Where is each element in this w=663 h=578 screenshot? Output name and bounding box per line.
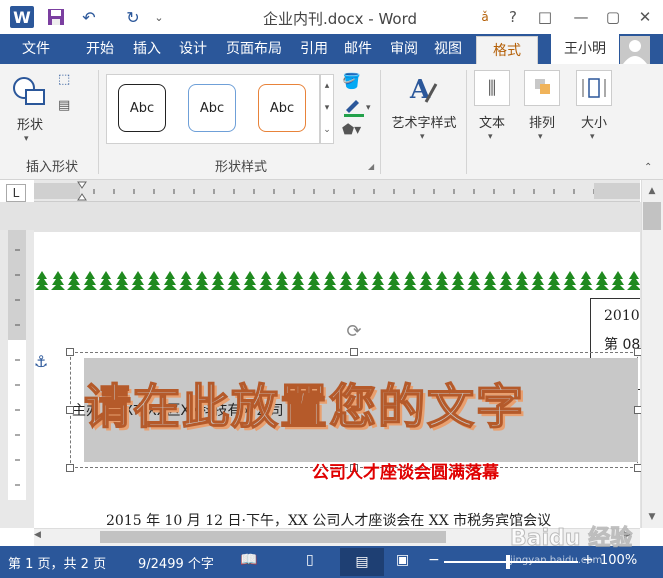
tab-page-layout[interactable]: 页面布局 xyxy=(220,34,288,64)
chevron-down-icon[interactable]: ▾ xyxy=(538,132,543,142)
shape-outline-icon[interactable]: ▾ xyxy=(342,96,374,118)
text-direction-icon[interactable]: ⫼ xyxy=(474,70,510,106)
shapes-button-label[interactable]: 形状 xyxy=(10,114,50,133)
avatar[interactable] xyxy=(620,36,650,64)
wordart-styles-label[interactable]: 艺术字样式 xyxy=(384,112,464,131)
chevron-down-icon[interactable]: ▾ xyxy=(420,132,425,142)
qat-customize-icon[interactable]: ⌄ xyxy=(150,6,168,28)
group-divider xyxy=(466,70,467,174)
window-title: 企业内刊.docx - Word xyxy=(262,10,418,28)
shape-effects-icon[interactable]: ⬟▾ xyxy=(342,122,374,144)
shapes-icon[interactable] xyxy=(10,72,50,112)
text-button-label[interactable]: 文本 xyxy=(470,112,514,131)
tab-insert[interactable]: 插入 xyxy=(127,34,167,64)
vertical-scrollbar[interactable] xyxy=(641,180,663,528)
save-icon[interactable] xyxy=(44,6,68,28)
scroll-left-icon[interactable]: ◀ xyxy=(34,530,48,544)
tab-review[interactable]: 审阅 xyxy=(384,34,424,64)
tab-format[interactable]: 格式 xyxy=(476,36,538,64)
tab-selector[interactable]: L xyxy=(6,184,26,202)
shape-styles-group-label: 形状样式 xyxy=(214,160,267,175)
arrange-button-label[interactable]: 排列 xyxy=(520,112,564,131)
tab-home[interactable]: 开始 xyxy=(80,34,120,64)
page-count[interactable]: 第 1 页，共 2 页 xyxy=(8,553,106,572)
print-layout-icon[interactable]: ▤ xyxy=(340,548,384,576)
dialog-launcher-icon[interactable]: ◢ xyxy=(368,162,374,171)
watermark-text: Baidu 经验 xyxy=(509,526,633,552)
user-name[interactable]: 王小明 xyxy=(551,34,619,64)
word-logo-icon: W xyxy=(10,6,34,28)
word-count[interactable]: 9/2499 个字 xyxy=(138,553,214,572)
svg-text:▾: ▾ xyxy=(366,103,371,113)
zoom-level[interactable]: 100% xyxy=(600,553,637,568)
minimize-button[interactable]: — xyxy=(566,4,596,30)
undo-icon[interactable]: ↶ xyxy=(76,6,102,28)
insert-shapes-group-label: 插入形状 xyxy=(25,160,78,175)
size-button-label[interactable]: 大小 xyxy=(572,112,616,131)
anchor-icon: ⚓ xyxy=(34,352,49,371)
scroll-up-icon[interactable]: ▲ xyxy=(643,186,661,200)
shape-fill-icon[interactable]: 🪣 xyxy=(342,72,374,92)
vertical-ruler[interactable] xyxy=(0,230,34,528)
redo-icon[interactable]: ↻ xyxy=(120,6,146,28)
subtitle-text[interactable]: 公司人才座谈会圆满落幕 xyxy=(312,458,499,483)
tab-design[interactable]: 设计 xyxy=(173,34,213,64)
maximize-button[interactable]: ▢ xyxy=(598,4,628,30)
ribbon-display-button[interactable]: □ xyxy=(530,4,560,30)
collapse-ribbon-icon[interactable]: ⌃ xyxy=(644,162,652,173)
shape-style-1[interactable]: Abc xyxy=(118,84,166,132)
resize-handle[interactable] xyxy=(350,348,358,356)
arrange-icon[interactable] xyxy=(524,70,560,106)
rotate-handle-icon[interactable]: ⟳ xyxy=(344,322,364,342)
tree-border-decoration xyxy=(34,270,640,292)
close-button[interactable]: ✕ xyxy=(630,4,660,30)
group-divider xyxy=(380,70,381,174)
proofing-icon[interactable]: 📖 xyxy=(240,552,257,568)
wordart-icon[interactable]: A xyxy=(404,72,440,108)
shape-style-2[interactable]: Abc xyxy=(188,84,236,132)
chevron-down-icon[interactable]: ▾ xyxy=(590,132,595,142)
edit-shape-icon[interactable]: ⬚ xyxy=(58,72,80,90)
tab-file[interactable]: 文件 xyxy=(0,34,72,64)
group-divider xyxy=(98,70,99,174)
text-box-icon[interactable]: ▤ xyxy=(58,98,80,116)
scroll-thumb[interactable] xyxy=(643,202,661,230)
zoom-out-icon[interactable]: − xyxy=(428,552,440,568)
tab-view[interactable]: 视图 xyxy=(428,34,468,64)
help-button[interactable]: ? xyxy=(498,4,528,30)
scroll-down-icon[interactable]: ▼ xyxy=(643,512,661,526)
tab-mailings[interactable]: 邮件 xyxy=(338,34,378,64)
size-icon[interactable] xyxy=(576,70,612,106)
format-indicator-icon: ǎ xyxy=(481,10,489,24)
tab-references[interactable]: 引用 xyxy=(294,34,334,64)
web-layout-icon[interactable]: ▣ xyxy=(396,552,409,568)
gallery-scroll[interactable]: ▴ ▾ ⌄ xyxy=(320,74,334,144)
h-scroll-thumb[interactable] xyxy=(100,531,446,543)
chevron-down-icon[interactable]: ▾ xyxy=(488,132,493,142)
resize-handle[interactable] xyxy=(66,348,74,356)
resize-handle[interactable] xyxy=(66,406,74,414)
chevron-down-icon[interactable]: ▾ xyxy=(24,134,29,144)
resize-handle[interactable] xyxy=(66,464,74,472)
watermark-url: jingyan.baidu.com xyxy=(510,555,603,566)
read-mode-icon[interactable]: ▯ xyxy=(306,552,314,568)
side-box-line1: 2010 xyxy=(604,308,640,324)
horizontal-ruler[interactable] xyxy=(34,180,640,202)
shape-style-3[interactable]: Abc xyxy=(258,84,306,132)
wordart-text[interactable]: 请在此放置您的文字 xyxy=(83,368,644,437)
